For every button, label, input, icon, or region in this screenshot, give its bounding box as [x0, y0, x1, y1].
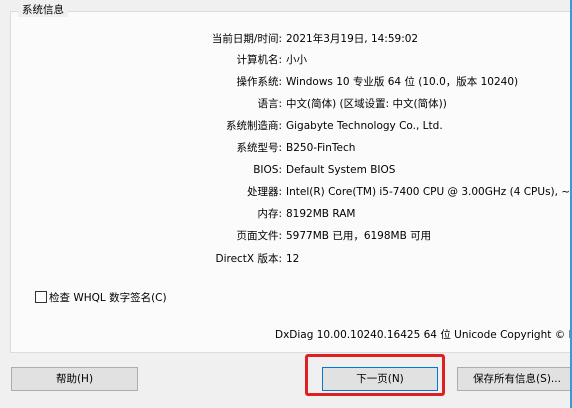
info-label: DirectX 版本: — [215, 253, 282, 265]
info-row-datetime: 当前日期/时间: 2021年3月19日, 14:59:02 — [0, 31, 572, 47]
info-label: 系统型号: — [236, 142, 282, 154]
info-row-os: 操作系统: Windows 10 专业版 64 位 (10.0，版本 10240… — [0, 74, 572, 90]
info-row-model: 系统型号: B250-FinTech — [0, 140, 572, 156]
info-value: 12 — [286, 253, 300, 265]
info-label: BIOS: — [253, 164, 282, 176]
whql-checkbox-row[interactable]: 检查 WHQL 数字签名(C) — [35, 291, 167, 305]
help-button[interactable]: 帮助(H) — [11, 367, 138, 391]
groupbox-title: 系统信息 — [18, 3, 68, 17]
info-value: Gigabyte Technology Co., Ltd. — [286, 120, 443, 132]
info-label: 处理器: — [246, 186, 282, 198]
info-value: Intel(R) Core(TM) i5-7400 CPU @ 3.00GHz … — [286, 186, 572, 198]
info-value: B250-FinTech — [286, 142, 356, 154]
info-value: 小小 — [286, 54, 307, 66]
info-value: 中文(简体) (区域设置: 中文(简体)) — [286, 98, 447, 110]
info-value: Windows 10 专业版 64 位 (10.0，版本 10240) — [286, 76, 519, 88]
info-label: 内存: — [257, 208, 282, 220]
info-value: Default System BIOS — [286, 164, 396, 176]
dxdiag-window: 系统信息 当前日期/时间: 2021年3月19日, 14:59:02 计算机名:… — [0, 0, 572, 408]
info-label: 系统制造商: — [225, 120, 282, 132]
next-page-button[interactable]: 下一页(N) — [322, 367, 438, 391]
whql-checkbox[interactable] — [35, 291, 47, 303]
whql-checkbox-label[interactable]: 检查 WHQL 数字签名(C) — [49, 292, 167, 304]
info-row-page-file: 页面文件: 5977MB 已用，6198MB 可用 — [0, 228, 572, 244]
info-row-language: 语言: 中文(简体) (区域设置: 中文(简体)) — [0, 96, 572, 112]
info-value: 2021年3月19日, 14:59:02 — [286, 33, 419, 45]
info-label: 语言: — [257, 98, 282, 110]
info-row-bios: BIOS: Default System BIOS — [0, 162, 572, 178]
save-all-info-button[interactable]: 保存所有信息(S)... — [457, 367, 572, 391]
info-row-manufacturer: 系统制造商: Gigabyte Technology Co., Ltd. — [0, 118, 572, 134]
info-label: 操作系统: — [236, 76, 282, 88]
info-row-processor: 处理器: Intel(R) Core(TM) i5-7400 CPU @ 3.0… — [0, 184, 572, 200]
info-label: 页面文件: — [236, 230, 282, 242]
dxdiag-version-text: DxDiag 10.00.10240.16425 64 位 Unicode Co… — [275, 329, 572, 341]
info-label: 计算机名: — [236, 54, 282, 66]
info-label: 当前日期/时间: — [211, 33, 282, 45]
info-row-memory: 内存: 8192MB RAM — [0, 206, 572, 222]
info-value: 8192MB RAM — [286, 208, 356, 220]
info-row-computer-name: 计算机名: 小小 — [0, 52, 572, 68]
info-row-directx: DirectX 版本: 12 — [0, 251, 572, 267]
info-value: 5977MB 已用，6198MB 可用 — [286, 230, 432, 242]
